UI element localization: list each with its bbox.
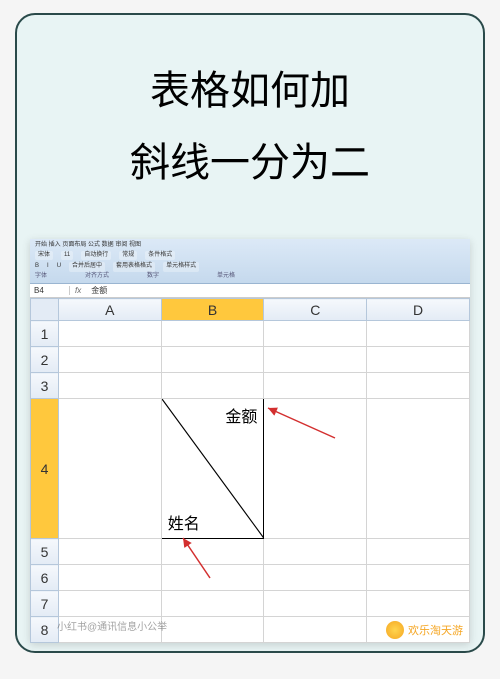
ribbon-underline: U [57, 263, 61, 270]
font-name: 宋体 [35, 251, 53, 260]
row-5: 5 [31, 539, 470, 565]
formula-value: 金额 [86, 285, 112, 296]
row-4: 4 金额 姓名 [31, 399, 470, 539]
col-B: B [161, 299, 264, 321]
diag-top-label: 金额 [225, 403, 257, 427]
title-line-2: 斜线一分为二 [37, 127, 463, 199]
row-2: 2 [31, 347, 470, 373]
watermark-left: 小红书@通讯信息小公举 [57, 618, 167, 633]
excel-screenshot: 开始 插入 页面布局 公式 数据 审阅 视图 宋体 11 自动换行 常规 条件格… [30, 239, 470, 643]
cell-styles: 单元格样式 [163, 262, 199, 271]
number-format: 常规 [119, 251, 137, 260]
format-table: 套用表格格式 [113, 262, 155, 271]
diagonal-cell: 金额 姓名 [161, 399, 264, 539]
wrap-text: 自动换行 [81, 251, 111, 260]
spreadsheet-grid: A B C D 1 2 3 4 金额 姓名 [30, 298, 470, 643]
ribbon-bold: B [35, 263, 39, 270]
excel-ribbon: 开始 插入 页面布局 公式 数据 审阅 视图 宋体 11 自动换行 常规 条件格… [30, 239, 470, 284]
header-row: A B C D [31, 299, 470, 321]
watermark-right: 欢乐淘天游 [386, 621, 463, 639]
rowhead-1: 1 [31, 321, 59, 347]
corner-cell [31, 299, 59, 321]
ribbon-tabs: 开始 插入 页面布局 公式 数据 审阅 视图 [35, 242, 141, 249]
cond-format: 条件格式 [145, 251, 175, 260]
rowhead-3: 3 [31, 373, 59, 399]
rowhead-7: 7 [31, 591, 59, 617]
fx-label: fx [70, 286, 86, 295]
tutorial-card: 表格如何加 斜线一分为二 开始 插入 页面布局 公式 数据 审阅 视图 宋体 1… [15, 13, 485, 653]
row-7: 7 [31, 591, 470, 617]
col-C: C [264, 299, 367, 321]
rowhead-5: 5 [31, 539, 59, 565]
group-number: 数字 [147, 273, 159, 280]
title-area: 表格如何加 斜线一分为二 [17, 15, 483, 229]
watermark-right-text: 欢乐淘天游 [408, 622, 463, 638]
group-align: 对齐方式 [85, 273, 109, 280]
font-size: 11 [61, 251, 73, 260]
ribbon-italic: I [47, 263, 49, 270]
formula-bar: B4 fx 金额 [30, 284, 470, 298]
rowhead-6: 6 [31, 565, 59, 591]
title-line-1: 表格如何加 [37, 55, 463, 127]
row-3: 3 [31, 373, 470, 399]
rowhead-2: 2 [31, 347, 59, 373]
name-box: B4 [30, 286, 70, 295]
merge-center: 合并后居中 [69, 262, 105, 271]
col-D: D [367, 299, 470, 321]
watermark-logo-icon [386, 621, 404, 639]
diag-bottom-label: 姓名 [168, 510, 200, 534]
rowhead-4: 4 [31, 399, 59, 539]
rowhead-8: 8 [31, 617, 59, 643]
group-cells: 单元格 [217, 273, 235, 280]
row-6: 6 [31, 565, 470, 591]
row-1: 1 [31, 321, 470, 347]
col-A: A [58, 299, 161, 321]
group-font: 字体 [35, 273, 47, 280]
grid-table: A B C D 1 2 3 4 金额 姓名 [30, 298, 470, 643]
